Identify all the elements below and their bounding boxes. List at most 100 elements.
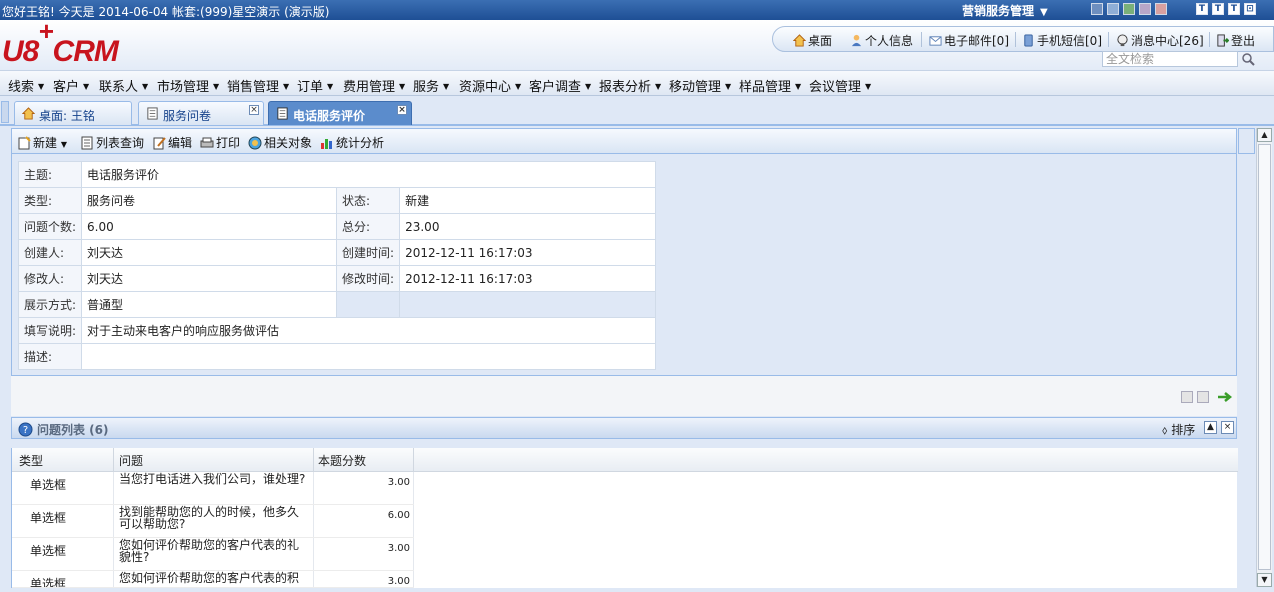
- quick-sms[interactable]: 手机短信[0]: [1022, 32, 1102, 49]
- quick-profile[interactable]: 个人信息: [850, 32, 913, 49]
- theme-swatch-2[interactable]: [1107, 3, 1119, 15]
- tab-phone-evaluation[interactable]: 电话服务评价 ×: [268, 101, 412, 125]
- sort-button[interactable]: ⬨ 排序: [1162, 421, 1195, 438]
- window-btn-3[interactable]: T: [1228, 3, 1240, 15]
- menu-surveys[interactable]: 客户调查 ▼: [529, 76, 591, 95]
- panel-gap: [11, 376, 1237, 416]
- menu-sales[interactable]: 销售管理 ▼: [227, 76, 289, 95]
- type-value: 服务问卷: [81, 187, 338, 214]
- vertical-scrollbar[interactable]: ▲ ▼: [1256, 128, 1272, 587]
- top-bar: 您好王铭! 今天是 2014-06-04 帐套:(999)星空演示 (演示版) …: [0, 0, 1274, 20]
- theme-swatch-3[interactable]: [1123, 3, 1135, 15]
- menu-contacts[interactable]: 联系人 ▼: [99, 76, 148, 95]
- creator-value: 刘天达: [81, 239, 338, 266]
- logout-button[interactable]: 登出: [1216, 32, 1255, 49]
- quick-desktop[interactable]: 桌面: [793, 32, 832, 49]
- new-button[interactable]: 新建 ▼: [17, 134, 67, 151]
- col-question[interactable]: 问题: [119, 452, 143, 469]
- col-score[interactable]: 本题分数: [318, 452, 366, 469]
- scroll-thumb[interactable]: [1258, 144, 1271, 570]
- display-mode-label: 展示方式:: [17, 291, 83, 318]
- window-btn-2[interactable]: T: [1212, 3, 1224, 15]
- quick-email[interactable]: 电子邮件[0]: [929, 32, 1009, 49]
- statistics-button[interactable]: 统计分析: [320, 134, 384, 151]
- menu-label: 市场管理: [157, 80, 210, 95]
- caret-down-icon: ▼: [725, 82, 732, 91]
- menu-reports[interactable]: 报表分析 ▼: [599, 76, 661, 95]
- col-type[interactable]: 类型: [19, 452, 43, 469]
- menu-customers[interactable]: 客户 ▼: [53, 76, 89, 95]
- total-score-value: 23.00: [399, 213, 657, 240]
- edit-button[interactable]: 编辑: [152, 134, 192, 151]
- logout-label: 登出: [1231, 34, 1256, 48]
- search-icon[interactable]: [1241, 52, 1255, 66]
- menu-label: 订单: [297, 80, 324, 95]
- collapse-up-icon[interactable]: ▲: [1204, 421, 1217, 434]
- menu-service[interactable]: 服务 ▼: [413, 76, 449, 95]
- theme-swatch-5[interactable]: [1155, 3, 1167, 15]
- list-query-button[interactable]: 列表查询: [80, 134, 144, 151]
- print-button[interactable]: 打印: [200, 134, 240, 151]
- menu-meetings[interactable]: 会议管理 ▼: [809, 76, 871, 95]
- theme-swatch-1[interactable]: [1091, 3, 1103, 15]
- menu-expenses[interactable]: 费用管理 ▼: [343, 76, 405, 95]
- close-tab-icon[interactable]: ×: [249, 105, 259, 115]
- statistics-label: 统计分析: [336, 136, 385, 150]
- window-btn-4[interactable]: ⊡: [1244, 3, 1256, 15]
- menu-leads[interactable]: 线索 ▼: [8, 76, 44, 95]
- new-label: 新建: [33, 136, 58, 150]
- expand-icon[interactable]: [1181, 390, 1193, 403]
- row-type: 单选框: [30, 511, 67, 525]
- document-icon: [277, 107, 288, 120]
- question-count-value: 6.00: [81, 213, 338, 240]
- created-time-label: 创建时间:: [336, 239, 401, 266]
- printer-icon: [200, 137, 214, 148]
- column-separator: [113, 448, 114, 472]
- edit-label: 编辑: [168, 136, 193, 150]
- caret-down-icon: ▼: [60, 140, 67, 149]
- menu-orders[interactable]: 订单 ▼: [297, 76, 333, 95]
- empty-cell: [336, 291, 401, 318]
- table-row[interactable]: 单选框 找到能帮助您的人的时候，他多久可以帮助您? 6.00: [12, 505, 414, 538]
- quick-links-bar: 桌面 个人信息 电子邮件[0] 手机短信[0] 消息中心[26] 登出: [772, 26, 1274, 52]
- close-icon[interactable]: ×: [1221, 421, 1234, 434]
- home-icon: [22, 107, 35, 120]
- tab-desktop[interactable]: 桌面: 王铭: [14, 101, 132, 125]
- column-separator: [413, 448, 414, 472]
- table-row[interactable]: 单选框 当您打电话进入我们公司，谁处理? 3.00: [12, 472, 414, 505]
- table-row[interactable]: 单选框 您如何评价帮助您的客户代表的礼貌性? 3.00: [12, 538, 414, 571]
- quick-profile-label: 个人信息: [865, 34, 914, 48]
- home-icon: [793, 34, 806, 47]
- scroll-down-icon[interactable]: ▼: [1257, 573, 1272, 587]
- header: U8+CRM 桌面 个人信息 电子邮件[0] 手机短信[0] 消息中心[26] …: [0, 16, 1274, 70]
- fulltext-search-input[interactable]: 全文检索: [1102, 51, 1238, 67]
- menu-samples[interactable]: 样品管理 ▼: [739, 76, 801, 95]
- caret-down-icon: ▼: [142, 82, 149, 91]
- quick-email-label: 电子邮件[0]: [944, 34, 1009, 48]
- arrow-right-icon[interactable]: [1217, 391, 1233, 403]
- close-tab-icon[interactable]: ×: [397, 105, 407, 115]
- phone-icon: [1024, 34, 1033, 47]
- chevron-down-icon: ▼: [1040, 7, 1048, 18]
- window-btn-1[interactable]: T: [1196, 3, 1208, 15]
- row-score: 3.00: [387, 543, 410, 554]
- menu-marketing[interactable]: 市场管理 ▼: [157, 76, 219, 95]
- related-icon: [248, 136, 262, 150]
- subject-label: 主题:: [17, 161, 83, 188]
- tab-label: 电话服务评价: [293, 109, 366, 123]
- collapse-icon[interactable]: [1197, 390, 1209, 403]
- menu-mobile[interactable]: 移动管理 ▼: [669, 76, 731, 95]
- table-row[interactable]: 单选框 您如何评价帮助您的客户代表的积 3.00: [12, 571, 414, 588]
- theme-swatch-4[interactable]: [1139, 3, 1151, 15]
- quick-messages[interactable]: 消息中心[26]: [1116, 32, 1204, 49]
- scroll-up-icon[interactable]: ▲: [1257, 128, 1272, 142]
- menu-resources[interactable]: 资源中心 ▼: [459, 76, 521, 95]
- u8-crm-logo: U8+CRM: [2, 16, 119, 69]
- logo-suffix: CRM: [52, 35, 119, 68]
- row-question: 当您打电话进入我们公司，谁处理?: [119, 472, 306, 486]
- tab-service-survey[interactable]: 服务问卷 ×: [138, 101, 264, 125]
- caret-down-icon: ▼: [795, 82, 802, 91]
- app-switcher[interactable]: 营销服务管理 ▼: [962, 2, 1048, 19]
- related-objects-button[interactable]: 相关对象: [248, 134, 312, 151]
- sidebar-toggle[interactable]: [1, 101, 9, 123]
